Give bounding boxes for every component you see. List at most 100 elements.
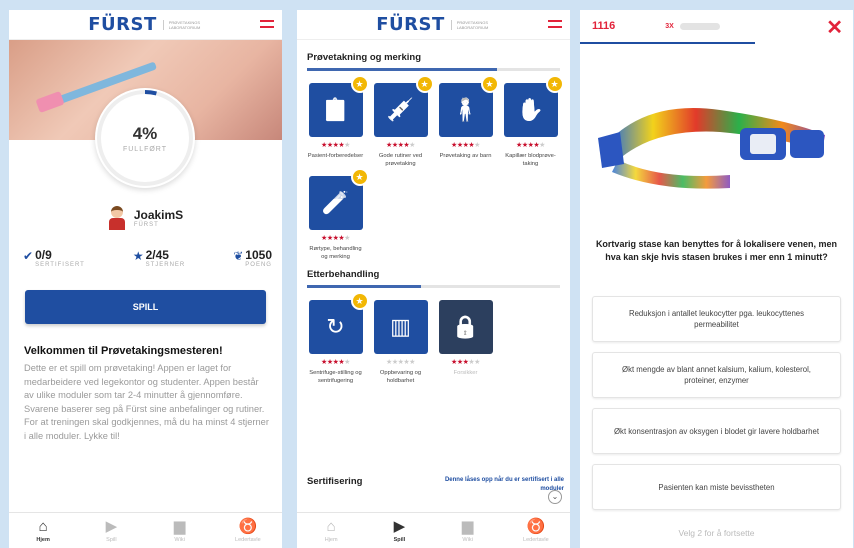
stat-points: ❦ 1050 POENG bbox=[233, 248, 272, 268]
app-header: FÜRST PRØVETAKINGS LABORATORIUM bbox=[9, 10, 282, 40]
star-icon: ★ bbox=[409, 142, 415, 149]
tab-leaderboard[interactable]: ♉ Ledertavle bbox=[502, 513, 570, 548]
play-icon: ▶ bbox=[393, 517, 406, 535]
syringe-icon: 💉 bbox=[386, 97, 415, 122]
stats-row: ✔ 0/9 SERTIFISERT ★ 2/45 STJERNER ❦ 1050 PO… bbox=[23, 248, 272, 268]
home-icon: ⌂ bbox=[326, 517, 336, 535]
module-item[interactable]: 🧍 ★ ★★★★★ Prøvetaking av barn bbox=[433, 75, 499, 168]
answer-option[interactable]: Reduksjon i antallet leukocytter pga. le… bbox=[592, 296, 841, 342]
module-tile[interactable]: 🔒 bbox=[438, 300, 493, 354]
star-rating: ★★★★★ bbox=[321, 141, 350, 149]
module-grid: ↻ ★ ★★★★★ Sentrifuge-stilling og sentrifuge… bbox=[303, 292, 564, 393]
star-icon: ★ bbox=[474, 142, 480, 149]
logo-subtitle: PRØVETAKINGS LABORATORIUM bbox=[450, 19, 491, 30]
module-item[interactable]: ✋ ★ ★★★★★ Kapillær blodprøve-taking bbox=[498, 75, 564, 168]
star-rating: ★★★★★ bbox=[451, 358, 480, 366]
star-rating: ★★★★★ bbox=[321, 358, 350, 366]
trophy-icon: ★ bbox=[415, 75, 434, 93]
module-grid: 📋 ★ ★★★★★ Pasient-forberedelser 💉 ★ ★★★★★ Gode … bbox=[303, 75, 564, 269]
tab-wiki[interactable]: ▆ Wiki bbox=[146, 513, 214, 548]
centrifuge-icon: ↻ bbox=[326, 314, 345, 339]
module-tile[interactable]: ↻ ★ bbox=[308, 292, 369, 354]
stat-stars: ★ 2/45 STJERNER bbox=[133, 248, 185, 268]
progress-ring-arc bbox=[97, 90, 193, 186]
lock-icon: 🔒 bbox=[451, 314, 480, 339]
module-item[interactable]: 📋 ★ ★★★★★ Pasient-forberedelser bbox=[303, 75, 369, 168]
tab-play[interactable]: ▶ Spill bbox=[77, 513, 145, 548]
module-item[interactable]: ▥ ★★★★★ Oppbevaring og holdbarhet bbox=[368, 300, 433, 385]
trophy-icon: ★ bbox=[350, 75, 369, 93]
logo-subtitle: PRØVETAKINGS LABORATORIUM bbox=[162, 19, 203, 30]
home-icon: ⌂ bbox=[38, 517, 48, 535]
tab-home[interactable]: ⌂ Hjem bbox=[297, 513, 365, 548]
module-label: Oppbevaring og holdbarhet bbox=[379, 370, 422, 384]
tab-label: Spill bbox=[393, 536, 406, 543]
star-rating: ★★★★★ bbox=[451, 141, 480, 149]
trophy-icon: ★ bbox=[350, 168, 369, 186]
star-rating: ★★★★★ bbox=[386, 358, 415, 366]
hand-icon: ✋ bbox=[516, 97, 545, 122]
tab-leaderboard[interactable]: ♉ Ledertavle bbox=[214, 513, 282, 548]
star-icon: ★ bbox=[409, 359, 415, 366]
quiz-progress-line bbox=[580, 42, 755, 44]
check-icon: ✔ bbox=[23, 249, 34, 263]
chevron-down-icon[interactable]: ⌄ bbox=[548, 490, 562, 504]
furst-logo: FÜRST bbox=[376, 14, 445, 35]
star-rating: ★★★★★ bbox=[321, 234, 350, 242]
module-tile[interactable]: ▥ bbox=[373, 300, 428, 354]
module-tile[interactable]: 💉 ★ bbox=[373, 75, 434, 137]
quiz-screen: 1116 3X ✕ Kortvarig stase kan benyttes f… bbox=[580, 10, 853, 548]
section-title: Prøvetakning og merking bbox=[307, 52, 422, 63]
user-org: FÜRST bbox=[133, 222, 159, 228]
answer-option[interactable]: Pasienten kan miste bevisstheten bbox=[592, 464, 841, 510]
user-info: JoakimS FÜRST bbox=[9, 206, 282, 230]
tourniquet-image bbox=[598, 108, 825, 189]
question-text: Kortvarig stase kan benyttes for å lokal… bbox=[595, 239, 838, 262]
answer-option[interactable]: Økt konsentrasjon av oksygen i blodet gi… bbox=[592, 408, 841, 454]
module-item[interactable]: 💉 ★ ★★★★★ Gode rutiner ved prøvetaking bbox=[368, 75, 434, 168]
module-label: Sentrifuge-stilling og sentrifugering bbox=[309, 370, 362, 384]
module-item[interactable]: 🔒 ★★★★★ Forsikker bbox=[433, 300, 498, 385]
stat-value: 2/45 bbox=[145, 248, 169, 262]
section-title: Etterbehandling bbox=[307, 269, 380, 280]
certification-row: Sertifisering Denne låses opp når du er … bbox=[307, 476, 564, 494]
trophy-icon: ★ bbox=[480, 75, 499, 93]
star-icon: ★ bbox=[132, 249, 144, 263]
module-tile[interactable]: 📋 ★ bbox=[308, 75, 369, 137]
tube-cap-graphic bbox=[35, 90, 65, 114]
tab-label: Ledertavle bbox=[235, 536, 261, 543]
welcome-title: Velkommen til Prøvetakingsmesteren! bbox=[24, 345, 223, 357]
module-tile[interactable]: 🧪 ★ bbox=[308, 168, 369, 230]
continue-hint: Velg 2 for å fortsette bbox=[678, 528, 755, 538]
module-item[interactable]: ↻ ★ ★★★★★ Sentrifuge-stilling og sentrifuge… bbox=[303, 292, 369, 385]
tab-bar: ⌂ Hjem ▶ Spill ▆ Wiki ♉ Ledertavle bbox=[297, 512, 570, 548]
module-label: Rørtype, behandling og merking bbox=[309, 246, 362, 260]
stat-label: STJERNER bbox=[145, 262, 186, 268]
close-icon[interactable]: ✕ bbox=[826, 15, 843, 40]
cert-note: Denne låses opp når du er sertifisert i … bbox=[444, 477, 564, 492]
tab-label: Spill bbox=[106, 536, 117, 543]
trophy-icon: ♉ bbox=[238, 517, 258, 535]
clipboard-icon: 📋 bbox=[321, 97, 350, 122]
module-label: Pasient-forberedelser bbox=[307, 153, 364, 159]
tab-label: Wiki bbox=[174, 536, 185, 543]
tab-wiki[interactable]: ▆ Wiki bbox=[434, 513, 502, 548]
tab-play[interactable]: ▶ Spill bbox=[365, 513, 433, 548]
tab-label: Hjem bbox=[36, 536, 50, 543]
tab-home[interactable]: ⌂ Hjem bbox=[9, 513, 77, 548]
answer-option[interactable]: Økt mengde av blant annet kalsium, kaliu… bbox=[592, 352, 841, 398]
module-tile[interactable]: 🧍 ★ bbox=[438, 75, 499, 137]
play-button[interactable]: SPILL bbox=[25, 290, 266, 324]
quiz-header: 1116 3X ✕ bbox=[580, 10, 853, 42]
module-tile[interactable]: ✋ ★ bbox=[503, 75, 564, 137]
fridge-icon: ▥ bbox=[390, 314, 411, 339]
menu-icon[interactable] bbox=[260, 18, 274, 30]
cert-title: Sertifisering bbox=[307, 476, 363, 487]
child-icon: 🧍 bbox=[451, 97, 480, 122]
trophy-icon: ★ bbox=[350, 292, 369, 310]
multiplier-bar bbox=[679, 22, 720, 30]
play-icon: ▶ bbox=[105, 517, 118, 535]
module-item[interactable]: 🧪 ★ ★★★★★ Rørtype, behandling og merking bbox=[303, 168, 369, 261]
user-name: JoakimS bbox=[133, 208, 184, 222]
menu-icon[interactable] bbox=[548, 18, 562, 30]
